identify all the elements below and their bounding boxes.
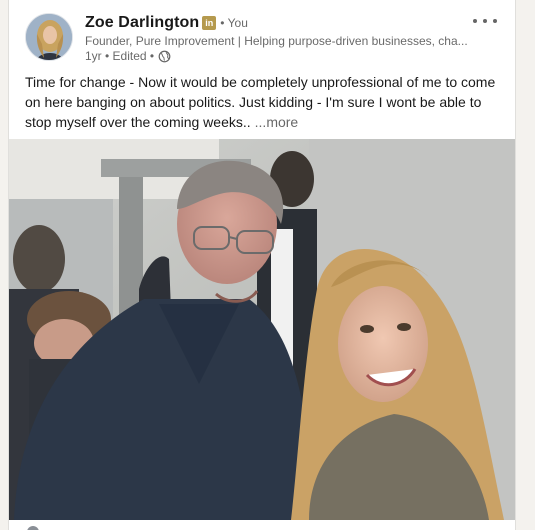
see-more-link[interactable]: ...more xyxy=(255,114,299,130)
post-meta: 1yr • Edited • xyxy=(85,49,171,63)
post-header: Zoe Darlington in • You Founder, Pure Im… xyxy=(9,0,515,68)
author-avatar[interactable] xyxy=(25,13,73,61)
post-photo[interactable] xyxy=(9,139,515,520)
author-headline: Founder, Pure Improvement | Helping purp… xyxy=(85,34,468,48)
post-text: Time for change - Now it would be comple… xyxy=(25,72,505,132)
globe-icon xyxy=(158,50,171,62)
linkedin-premium-badge-icon: in xyxy=(202,16,217,30)
post-card: Zoe Darlington in • You Founder, Pure Im… xyxy=(8,0,516,530)
dot xyxy=(483,19,487,23)
author-name[interactable]: Zoe Darlington xyxy=(85,14,199,32)
you-label: • You xyxy=(220,16,248,30)
dot xyxy=(473,19,477,23)
post-time-edited: 1yr • Edited • xyxy=(85,49,155,63)
dot xyxy=(493,19,497,23)
more-options-icon[interactable] xyxy=(473,12,497,30)
post-social-strip xyxy=(9,520,515,530)
author-line: Zoe Darlington in • You xyxy=(85,13,248,33)
